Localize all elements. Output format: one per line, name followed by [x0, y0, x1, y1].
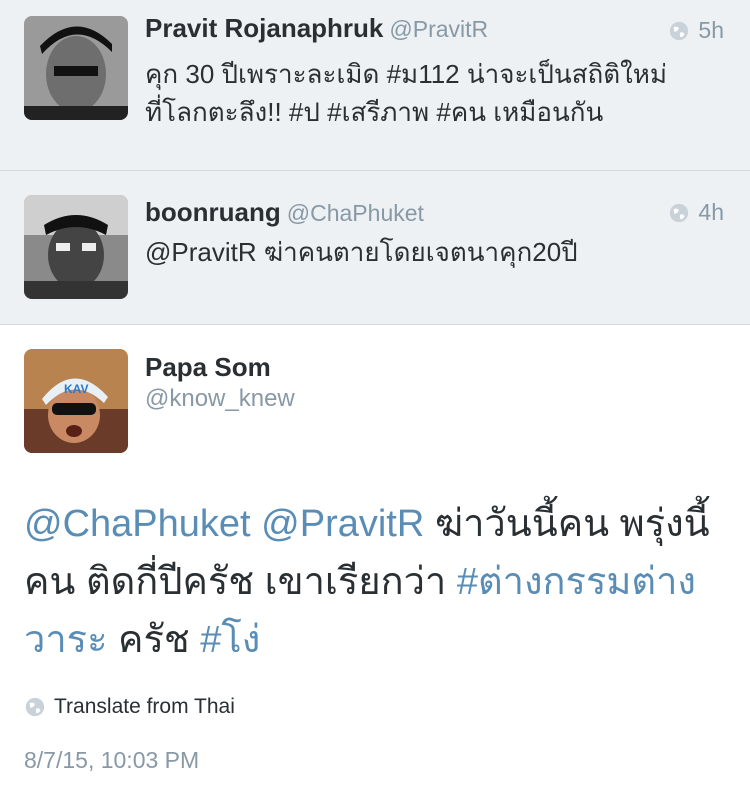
- hashtag-link[interactable]: #โง่: [200, 619, 260, 661]
- handle[interactable]: @PravitR: [389, 16, 488, 42]
- tweet-text-segment: ฆ่าวันนี้คน พรุ่งนี้: [424, 503, 710, 545]
- tweet-text-line: คุก 30 ปีเพราะละเมิด #ม112 น่าจะเป็นสถิต…: [145, 59, 668, 89]
- time-label: 4h: [698, 199, 724, 225]
- timestamp: 5h: [668, 17, 724, 44]
- globe-icon: [670, 21, 689, 40]
- handle[interactable]: @know_knew: [145, 385, 295, 413]
- display-name[interactable]: boonruang: [145, 197, 281, 227]
- tweet-text-segment: ครัช: [107, 619, 201, 661]
- tweet-item[interactable]: boonruang @ChaPhuket 4h @PravitR ฆ่าคนตาย…: [0, 171, 750, 325]
- author-name[interactable]: boonruang @ChaPhuket: [145, 197, 424, 228]
- main-tweet: KAV Papa Som @know_knew @ChaPhuket @Prav…: [0, 325, 750, 786]
- time-label: 5h: [698, 17, 724, 43]
- mention-link[interactable]: @PravitR: [261, 503, 424, 545]
- avatar[interactable]: KAV: [24, 349, 128, 453]
- hashtag-link[interactable]: #ต่างกรรมต่าง: [457, 561, 696, 603]
- globe-icon: [25, 697, 45, 717]
- avatar[interactable]: [24, 195, 128, 299]
- tweet-text-line: ที่โลกตะลึง!! #ป #เสรีภาพ #คน เหมือนกัน: [145, 97, 604, 127]
- avatar[interactable]: [24, 16, 128, 120]
- display-name[interactable]: Papa Som: [145, 352, 271, 383]
- tweet-text-line: @PravitR ฆ่าคนตายโดยเจตนาคุก20ปี: [145, 237, 578, 267]
- hashtag-link[interactable]: วาระ: [24, 619, 108, 661]
- svg-text:KAV: KAV: [64, 382, 88, 396]
- tweet-text: @ChaPhuket @PravitR ฆ่าวันนี้คน พรุ่งนี้…: [24, 495, 730, 669]
- tweet-text: คุก 30 ปีเพราะละเมิด #ม112 น่าจะเป็นสถิต…: [145, 55, 730, 131]
- handle[interactable]: @ChaPhuket: [287, 200, 424, 226]
- timestamp: 4h: [668, 199, 724, 226]
- translate-label[interactable]: Translate from Thai: [54, 695, 235, 719]
- translate-link[interactable]: Translate from Thai: [24, 695, 235, 719]
- tweet-item[interactable]: Pravit Rojanaphruk @PravitR 5h คุก 30 ปีเ…: [0, 0, 750, 171]
- tweet-text: @PravitR ฆ่าคนตายโดยเจตนาคุก20ปี: [145, 233, 730, 271]
- mention-link[interactable]: @ChaPhuket: [24, 503, 251, 545]
- tweet-text-segment: คน ติดกี่ปีครัช เขาเรียกว่า: [24, 561, 457, 603]
- tweet-timestamp: 8/7/15, 10:03 PM: [24, 747, 200, 773]
- display-name[interactable]: Pravit Rojanaphruk: [145, 13, 383, 43]
- globe-icon: [670, 203, 689, 222]
- author-name[interactable]: Pravit Rojanaphruk @PravitR: [145, 13, 488, 44]
- conversation-context: Pravit Rojanaphruk @PravitR 5h คุก 30 ปีเ…: [0, 0, 750, 325]
